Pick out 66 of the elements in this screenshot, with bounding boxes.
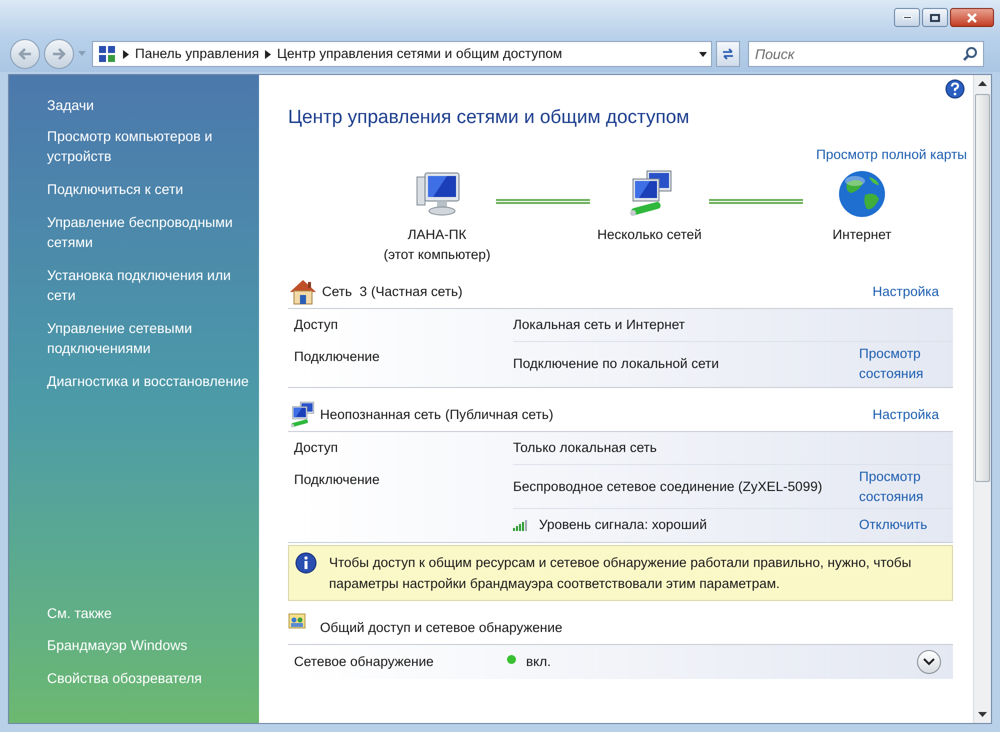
sharing-icon (288, 613, 306, 630)
close-button[interactable] (950, 8, 994, 27)
task-link[interactable]: Установка подключения или сети (47, 265, 251, 305)
node-label: Интернет (832, 226, 892, 244)
scrollbar[interactable] (973, 75, 991, 723)
node-sublabel: (этот компьютер) (384, 246, 490, 264)
see-also-heading: См. также (47, 604, 113, 623)
network-category: (Частная сеть) (371, 282, 463, 301)
customize-link[interactable]: Настройка (872, 282, 939, 302)
signal-icon (513, 518, 529, 531)
dropdown-icon[interactable] (699, 52, 707, 56)
expand-button[interactable] (917, 650, 941, 674)
scroll-thumb[interactable] (975, 94, 990, 482)
node-label: Несколько сетей (597, 226, 702, 244)
breadcrumb[interactable]: Панель управления (135, 44, 260, 64)
customize-link[interactable]: Настройка (872, 404, 939, 425)
info-icon (295, 552, 317, 574)
network-category: (Публичная сеть) (445, 406, 554, 424)
breadcrumb[interactable]: Центр управления сетями и общим доступом (277, 44, 562, 64)
chevron-icon (123, 50, 129, 58)
chevron-down-icon (923, 658, 935, 666)
detail-label: Доступ (294, 440, 338, 456)
detail-value: Только локальная сеть (513, 439, 657, 458)
forward-arrow-icon (51, 47, 67, 61)
network-icon (288, 400, 316, 429)
detail-label: Подключение (294, 349, 380, 364)
detail-label: Доступ (294, 317, 338, 332)
task-link[interactable]: Просмотр компьютеров и устройств (47, 126, 251, 166)
refresh-icon (721, 47, 735, 61)
network-name: Сеть 3 (322, 282, 368, 301)
detail-value: Беспроводное сетевое соединение (ZyXEL-5099) (513, 478, 822, 496)
refresh-button[interactable] (716, 41, 740, 67)
network-name: Неопознанная сеть (320, 406, 442, 424)
section-title: Общий доступ и сетевое обнаружение (320, 619, 562, 637)
detail-value: Локальная сеть и Интернет (513, 316, 685, 334)
detail-value: Уровень сигнала: хороший (539, 516, 707, 534)
globe-icon (836, 169, 887, 220)
back-arrow-icon (17, 47, 33, 61)
task-link[interactable]: Управление беспроводными сетями (47, 212, 251, 252)
task-link[interactable]: Управление сетевыми подключениями (47, 318, 251, 358)
maximize-button[interactable] (922, 8, 948, 27)
control-panel-icon (97, 44, 117, 64)
help-icon[interactable] (945, 79, 965, 99)
tasks-heading: Задачи (47, 96, 96, 115)
node-label: ЛАНА-ПК (408, 226, 466, 244)
info-text: Чтобы доступ к общим ресурсам и сетевое обнаружение работали правильно, нужно, чтобы параметры настройки брандмауэра соответствовали этим параметрам. (329, 554, 912, 594)
search-icon[interactable] (962, 46, 978, 62)
full-map-link[interactable]: Просмотр полной карты (816, 145, 967, 166)
scroll-up-icon[interactable] (978, 81, 987, 86)
status-link[interactable]: Отключить (859, 514, 949, 535)
task-link[interactable]: Подключиться к сети (47, 179, 251, 199)
house-icon (288, 278, 318, 306)
address-bar[interactable]: Панель управления Центр управления сетями и общим доступом (92, 41, 712, 67)
scroll-down-icon[interactable] (978, 712, 987, 717)
search-field[interactable]: Поиск (748, 41, 984, 67)
status-link[interactable]: Просмотр состояния (859, 466, 949, 507)
detail-label: Подключение (294, 472, 380, 488)
detail-value: Подключение по локальной сети (513, 354, 719, 373)
status-link[interactable]: Просмотр состояния (859, 344, 949, 384)
minimize-button[interactable] (894, 8, 920, 27)
chevron-icon (265, 50, 272, 58)
detail-value: вкл. (526, 653, 551, 672)
page-title: Центр управления сетями и общим доступом (288, 106, 690, 130)
task-link[interactable]: Диагностика и восстановление (47, 371, 251, 391)
close-icon (966, 12, 978, 22)
detail-label: Сетевое обнаружение (294, 653, 435, 672)
